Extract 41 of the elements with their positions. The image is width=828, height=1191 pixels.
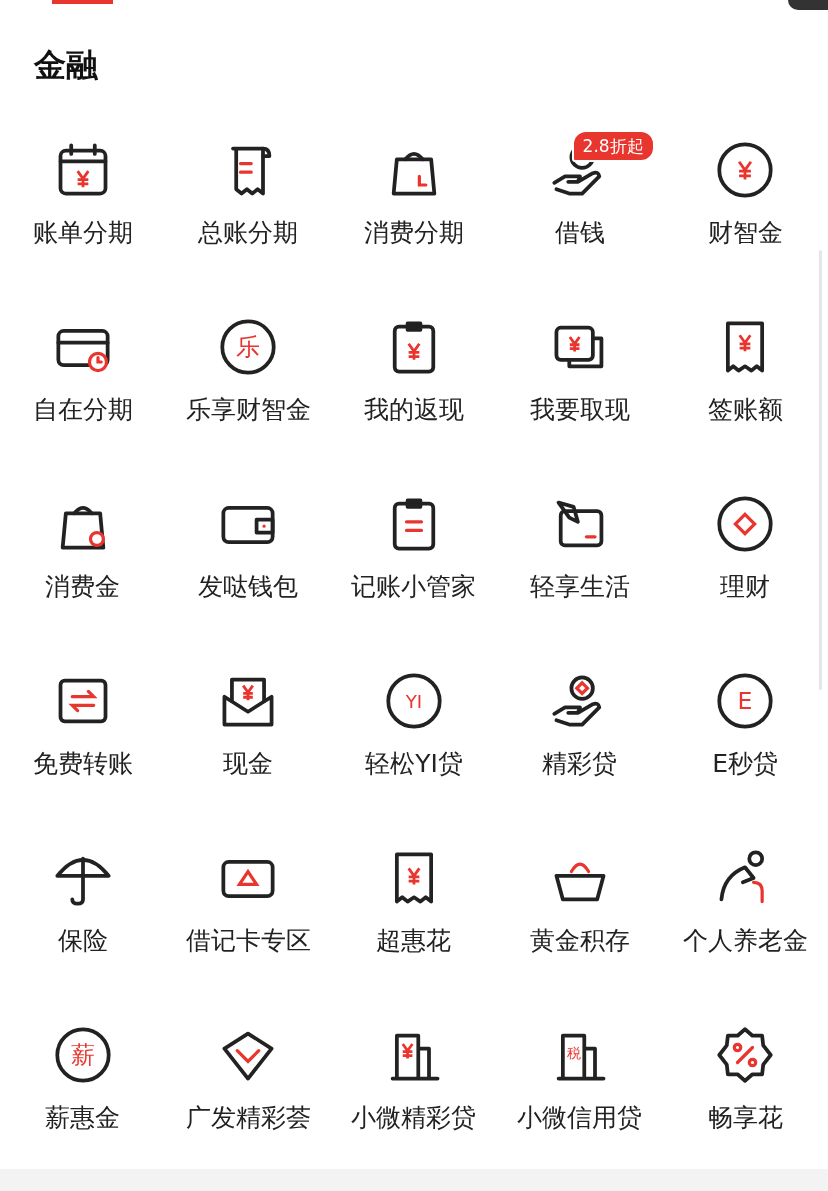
glyph-circle-icon: E bbox=[715, 671, 776, 731]
item-label[interactable]: 现金 bbox=[223, 747, 274, 781]
item-label[interactable]: 账单分期 bbox=[32, 216, 133, 250]
item-label[interactable]: 消费金 bbox=[45, 570, 121, 604]
item-label[interactable]: 黄金积存 bbox=[529, 924, 630, 958]
item-label[interactable]: 借记卡专区 bbox=[185, 924, 311, 958]
item-label[interactable]: 畅享花 bbox=[707, 1101, 783, 1135]
item-label[interactable]: 签账额 bbox=[707, 393, 783, 427]
item-label[interactable]: 小微信用贷 bbox=[517, 1101, 643, 1135]
discount-icon bbox=[715, 1025, 776, 1085]
item-label[interactable]: 消费分期 bbox=[364, 216, 464, 250]
item-label[interactable]: 自在分期 bbox=[32, 393, 133, 427]
item-label[interactable]: 小微精彩贷 bbox=[351, 1101, 477, 1135]
item-label[interactable]: 轻松YI贷 bbox=[365, 747, 463, 781]
item-label[interactable]: 我要取现 bbox=[529, 393, 630, 427]
item-label[interactable]: 我的返现 bbox=[364, 393, 464, 427]
item-label[interactable]: 保险 bbox=[57, 924, 108, 958]
promo-badge: 2.8折起 bbox=[571, 130, 655, 162]
item-label[interactable]: 轻享生活 bbox=[529, 570, 630, 604]
item-label[interactable]: 理财 bbox=[720, 570, 771, 604]
floating-button[interactable] bbox=[788, 0, 828, 10]
glyph-circle-icon: YI bbox=[384, 671, 444, 731]
item-label[interactable]: 免费转账 bbox=[32, 747, 133, 781]
tab-indicator bbox=[52, 0, 113, 4]
section-title: 金融 bbox=[34, 45, 98, 86]
glyph-circle-icon: 薪 bbox=[52, 1025, 113, 1085]
item-label[interactable]: 精彩贷 bbox=[542, 747, 618, 781]
item-label[interactable]: 薪惠金 bbox=[45, 1101, 121, 1135]
item-label[interactable]: 乐享财智金 bbox=[185, 393, 311, 427]
item-label[interactable]: 发哒钱包 bbox=[198, 570, 299, 604]
item-label[interactable]: 个人养老金 bbox=[682, 924, 808, 958]
yen-coin-icon bbox=[715, 140, 776, 200]
diamond-circle-icon bbox=[715, 494, 776, 554]
item-label[interactable]: E秒贷 bbox=[712, 747, 779, 781]
item-label[interactable]: 记账小管家 bbox=[351, 570, 477, 604]
item-label[interactable]: 财智金 bbox=[707, 216, 783, 250]
item-label[interactable]: 广发精彩荟 bbox=[185, 1101, 311, 1135]
item-label[interactable]: 总账分期 bbox=[198, 216, 299, 250]
item-label[interactable]: 超惠花 bbox=[376, 924, 452, 958]
item-label[interactable]: 借钱 bbox=[554, 216, 605, 250]
glyph-circle-icon: 乐 bbox=[218, 317, 279, 377]
